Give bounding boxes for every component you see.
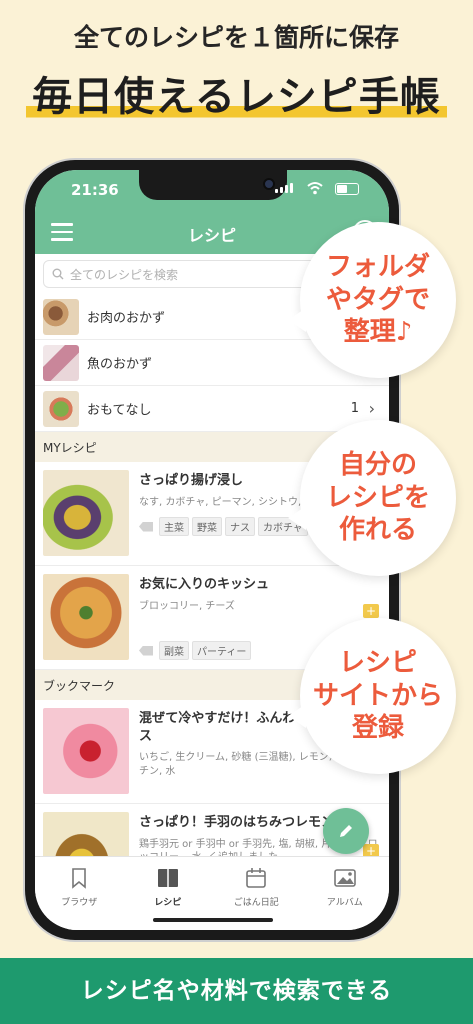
folder-thumbnail <box>43 344 79 381</box>
edit-fab-button[interactable] <box>323 808 369 854</box>
callout-line: 整理♪ <box>343 317 413 348</box>
hero-subtitle: 全てのレシピを１箇所に保存 <box>73 23 399 52</box>
pencil-icon <box>340 825 352 837</box>
folder-thumbnail <box>43 298 79 335</box>
folder-thumbnail <box>43 390 79 427</box>
callout-bubble: 自分の レシピを 作れる <box>288 420 456 576</box>
callout-line: 自分の <box>338 450 417 481</box>
folder-count: 1 <box>350 401 359 416</box>
tab-label: アルバム <box>326 898 363 908</box>
tab-bar: ブラウザ レシピ ごはん日記 アルバム <box>35 856 389 930</box>
callout-bubble: フォルダ やタグで 整理♪ <box>288 222 456 378</box>
callout-line: やタグで <box>325 284 430 315</box>
tab-label: ブラウザ <box>61 898 98 908</box>
book-icon <box>157 869 178 887</box>
tag[interactable]: 副菜 <box>159 641 189 661</box>
wifi-icon <box>307 182 323 195</box>
add-to-folder-icon[interactable]: + <box>363 604 379 618</box>
tag[interactable]: パーティー <box>192 641 252 661</box>
bookmark-icon <box>72 868 87 889</box>
search-icon <box>52 268 64 280</box>
hero-title: 毎日使えるレシピ手帳 <box>26 64 447 122</box>
recipe-photo <box>43 574 129 660</box>
photo-icon <box>333 869 356 887</box>
tag[interactable]: ナス <box>225 517 255 537</box>
callout-line: サイトから <box>312 680 443 711</box>
tab-album[interactable]: アルバム <box>301 857 390 930</box>
tag[interactable]: 野菜 <box>192 517 222 537</box>
hero-title-wrap: 毎日使えるレシピ手帳 <box>0 64 473 122</box>
tab-label: ごはん日記 <box>233 898 279 908</box>
callout-line: 作れる <box>338 515 417 546</box>
camera-icon <box>263 178 275 190</box>
folder-item[interactable]: おもてなし 1 › <box>35 386 389 432</box>
callout-line: レシピを <box>325 482 430 513</box>
recipe-photo <box>43 470 129 556</box>
folder-label: 魚のおかず <box>87 357 153 372</box>
recipe-ingredients: ブロッコリー, チーズ <box>139 600 235 612</box>
tag-icon <box>139 521 153 532</box>
tab-label: レシピ <box>154 898 182 908</box>
notch <box>139 170 287 200</box>
battery-icon <box>335 183 359 195</box>
home-indicator <box>153 918 273 922</box>
recipe-title: お気に入りのキッシュ <box>139 577 270 592</box>
search-placeholder: 全てのレシピを検索 <box>70 267 179 282</box>
callout-line: レシピ <box>338 648 417 679</box>
folder-label: お肉のおかず <box>87 311 166 326</box>
calendar-icon <box>246 868 267 888</box>
footer-banner: レシピ名や材料で検索できる <box>0 958 473 1024</box>
tag-icon <box>139 645 153 656</box>
callout-line: フォルダ <box>325 252 430 283</box>
chevron-right-icon: › <box>368 399 375 418</box>
status-time: 21:36 <box>71 181 119 199</box>
signal-icon <box>275 183 293 193</box>
recipe-photo <box>43 708 129 794</box>
callout-bubble: レシピ サイトから 登録 <box>288 618 456 774</box>
status-bar: 21:36 <box>35 170 389 210</box>
tab-browser[interactable]: ブラウザ <box>35 857 124 930</box>
tag[interactable]: 主菜 <box>159 517 189 537</box>
callout-line: 登録 <box>351 713 404 744</box>
folder-label: おもてなし <box>87 403 152 418</box>
